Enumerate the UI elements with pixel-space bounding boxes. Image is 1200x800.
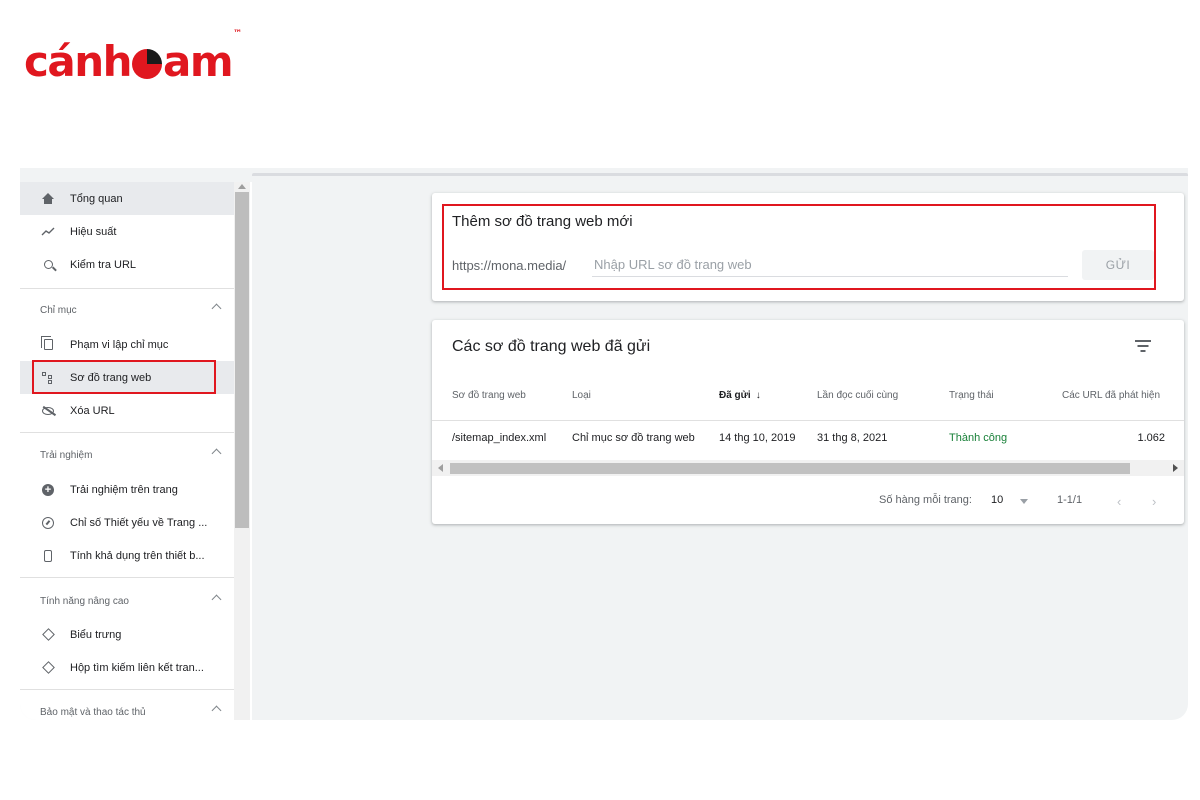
sidebar-item-removals[interactable]: Xóa URL: [20, 394, 234, 427]
sidebar-item-label: Tính khả dụng trên thiết b...: [70, 549, 205, 562]
sidebar-section-enhancements[interactable]: Tính năng nâng cao: [20, 591, 234, 611]
section-title: Trải nghiệm: [40, 449, 93, 461]
logo-text-2: am: [163, 37, 234, 86]
table-horizontal-scrollbar[interactable]: [432, 460, 1184, 476]
sidebar-item-label: Kiểm tra URL: [70, 258, 137, 271]
scroll-up-arrow-icon[interactable]: [238, 184, 246, 189]
search-icon: [40, 257, 56, 273]
sidebar-item-label: Tổng quan: [70, 192, 123, 205]
home-icon: [40, 191, 56, 207]
rows-per-page-label: Số hàng mỗi trang:: [879, 494, 972, 506]
arrow-down-icon: ↓: [755, 390, 761, 401]
sidebar-item-label: Chỉ số Thiết yếu về Trang ...: [70, 516, 208, 529]
filter-icon[interactable]: [1135, 340, 1151, 352]
scrollbar-thumb[interactable]: [450, 463, 1130, 474]
sidebar: Tổng quan Hiệu suất Kiểm tra URL Chỉ mục…: [20, 182, 252, 720]
next-page-button[interactable]: ›: [1152, 494, 1156, 509]
rows-per-page-select[interactable]: 10: [991, 494, 1003, 506]
column-header-discovered-urls[interactable]: Các URL đã phát hiện: [1062, 390, 1160, 401]
prev-page-button[interactable]: ‹: [1117, 494, 1121, 509]
sidebar-divider: [20, 577, 234, 578]
sidebar-divider: [20, 689, 234, 690]
column-header-label: Đã gửi: [719, 390, 751, 401]
chevron-up-icon: [211, 303, 222, 314]
table-divider: [432, 420, 1184, 421]
submitted-sitemaps-title: Các sơ đồ trang web đã gửi: [452, 338, 651, 355]
sidebar-item-overview[interactable]: Tổng quan: [20, 182, 234, 215]
sidebar-section-index[interactable]: Chỉ mục: [20, 300, 234, 320]
column-header-type[interactable]: Loại: [572, 390, 591, 401]
sidebar-item-label: Biểu trưng: [70, 628, 122, 641]
eye-off-icon: [40, 403, 56, 419]
scroll-left-arrow-icon[interactable]: [438, 464, 443, 472]
sidebar-item-coverage[interactable]: Phạm vi lập chỉ mục: [20, 328, 234, 361]
scroll-right-arrow-icon[interactable]: [1173, 464, 1178, 472]
smartphone-icon: [40, 548, 56, 564]
chevron-up-icon: [211, 448, 222, 459]
logo: cánh am ™: [24, 29, 242, 86]
column-header-status[interactable]: Trạng thái: [949, 390, 994, 401]
sidebar-item-label: Hộp tìm kiếm liên kết tran...: [70, 661, 204, 674]
section-title: Bảo mật và thao tác thủ: [40, 706, 146, 718]
column-header-sitemap[interactable]: Sơ đồ trang web: [452, 390, 526, 401]
logo-text-1: cánh: [24, 37, 133, 86]
column-header-submitted[interactable]: Đã gửi ↓: [719, 390, 761, 401]
sidebar-item-core-web-vitals[interactable]: Chỉ số Thiết yếu về Trang ...: [20, 506, 234, 539]
sidebar-item-mobile-usability[interactable]: Tính khả dụng trên thiết b...: [20, 539, 234, 572]
cell-type: Chỉ mục sơ đồ trang web: [572, 432, 695, 444]
chevron-up-icon: [211, 705, 222, 716]
section-title: Tính năng nâng cao: [40, 595, 129, 607]
sidebar-item-label: Xóa URL: [70, 404, 115, 417]
sidebar-scrollbar[interactable]: [234, 182, 250, 720]
sidebar-item-sitelinks-searchbox[interactable]: Hộp tìm kiếm liên kết tran...: [20, 651, 234, 684]
sidebar-item-label: Hiệu suất: [70, 225, 117, 238]
layers-icon: [40, 660, 56, 676]
sidebar-section-experience[interactable]: Trải nghiệm: [20, 445, 234, 465]
sidebar-divider: [20, 432, 234, 433]
cell-submitted: 14 thg 10, 2019: [719, 432, 796, 444]
app-window: Tổng quan Hiệu suất Kiểm tra URL Chỉ mục…: [20, 168, 1188, 720]
sidebar-item-label: Phạm vi lập chỉ mục: [70, 338, 169, 351]
sidebar-item-url-inspection[interactable]: Kiểm tra URL: [20, 248, 234, 281]
sidebar-item-performance[interactable]: Hiệu suất: [20, 215, 234, 248]
highlight-box-add-sitemap: [442, 204, 1156, 290]
cell-sitemap: /sitemap_index.xml: [452, 432, 547, 444]
pagination-range: 1-1/1: [1057, 494, 1083, 506]
sidebar-item-page-experience[interactable]: + Trải nghiệm trên trang: [20, 473, 234, 506]
scrollbar-thumb[interactable]: [235, 192, 249, 528]
gauge-icon: [40, 515, 56, 531]
dropdown-arrow-icon[interactable]: [1020, 499, 1028, 504]
section-title: Chỉ mục: [40, 304, 77, 316]
column-header-last-read[interactable]: Lần đọc cuối cùng: [817, 390, 898, 401]
top-divider: [252, 173, 1188, 176]
submitted-sitemaps-card: Các sơ đồ trang web đã gửi Sơ đồ trang w…: [432, 320, 1184, 524]
sidebar-item-logos[interactable]: Biểu trưng: [20, 618, 234, 651]
copy-icon: [40, 336, 56, 353]
add-circle-icon: +: [40, 482, 56, 498]
sidebar-section-security[interactable]: Bảo mật và thao tác thủ: [20, 702, 234, 720]
highlight-box-sitemaps: [32, 360, 216, 394]
cell-status: Thành công: [949, 432, 1008, 444]
cell-discovered-urls: 1.062: [1137, 432, 1165, 444]
sidebar-divider: [20, 288, 234, 289]
trending-up-icon: [40, 224, 56, 240]
cell-last-read: 31 thg 8, 2021: [817, 432, 888, 444]
add-sitemap-card: Thêm sơ đồ trang web mới https://mona.me…: [432, 193, 1184, 301]
chevron-up-icon: [211, 594, 222, 605]
sidebar-item-label: Trải nghiệm trên trang: [70, 483, 178, 496]
layers-icon: [40, 627, 56, 643]
logo-trademark: ™: [233, 29, 243, 39]
logo-pie-icon: [132, 49, 163, 79]
